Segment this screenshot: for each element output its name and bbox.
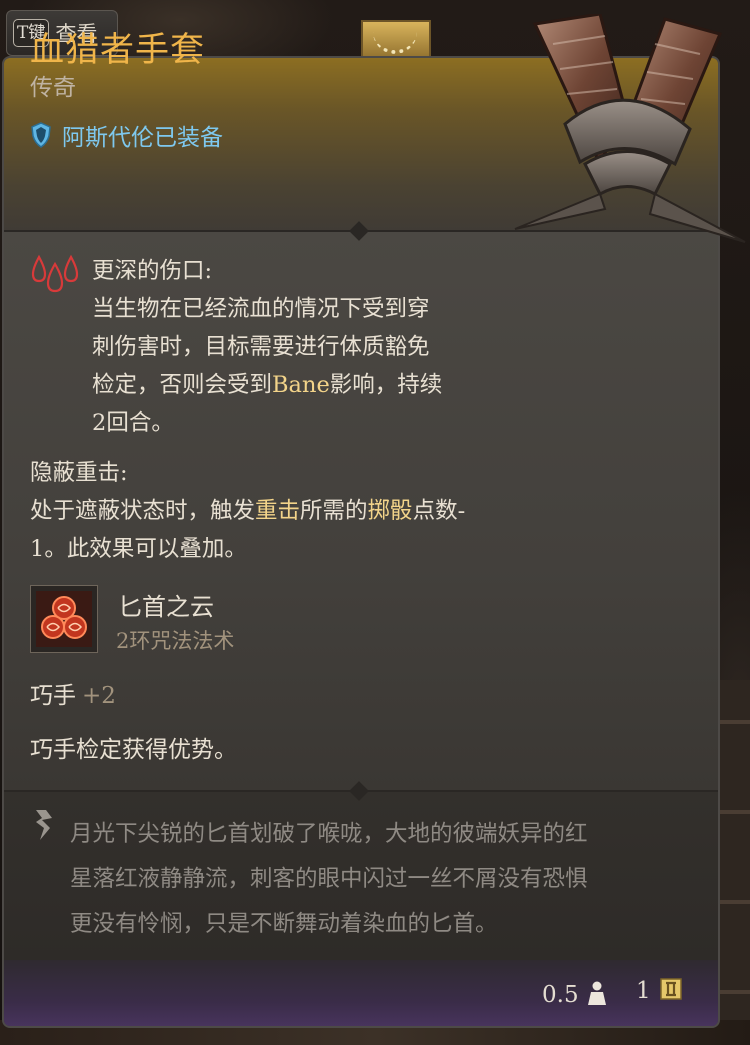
shield-icon (30, 122, 52, 148)
item-rarity: 传奇 (30, 75, 76, 101)
passive-title: 隐蔽重击: (30, 460, 128, 486)
advantage-text: 巧手检定获得优势。 (30, 737, 237, 763)
lore-line: 月光下尖锐的匕首划破了喉咙，大地的彼端妖异的红 (70, 821, 588, 847)
granted-spell[interactable]: 匕首之云 2环咒法法术 (30, 585, 234, 653)
lore-text: 月光下尖锐的匕首划破了喉咙，大地的彼端妖异的红 星落红液静静流，刺客的眼中闪过一… (70, 812, 700, 947)
equipped-label: 阿斯代伦已装备 (62, 125, 223, 151)
critical-hit-link[interactable]: 重击 (255, 498, 300, 524)
desc-line: 处于遮蔽状态时，触发重击所需的掷骰点数- (30, 498, 466, 524)
dice-roll-link[interactable]: 掷骰 (368, 498, 413, 524)
stat-value: +2 (82, 683, 116, 709)
spell-name: 匕首之云 (118, 593, 214, 621)
weight-value: 0.5 (542, 982, 579, 1008)
passive-hidden-strike: 隐蔽重击: 处于遮蔽状态时，触发重击所需的掷骰点数- 1。此效果可以叠加。 (30, 454, 570, 568)
blood-drops-icon (30, 254, 82, 306)
stat-name: 巧手 (30, 683, 76, 709)
desc-line: 2回合。 (92, 410, 174, 436)
tooltip-footer (4, 960, 718, 1026)
equipped-status: 阿斯代伦已装备 (30, 118, 223, 152)
passive-title: 更深的伤口: (92, 258, 213, 284)
item-price: 1 (636, 977, 683, 1005)
bane-link[interactable]: Bane (272, 372, 330, 398)
dagger-cloud-icon (30, 585, 98, 653)
desc-line: 1。此效果可以叠加。 (30, 536, 247, 562)
stat-bonus: 巧手 +2 (30, 676, 116, 710)
lore-divider (4, 781, 718, 801)
price-value: 1 (636, 978, 651, 1004)
coin-icon (659, 977, 683, 1005)
passive-description: 当生物在已经流血的情况下受到穿 刺伤害时，目标需要进行体质豁免 检定，否则会受到… (92, 290, 512, 442)
inventory-frame (716, 680, 750, 1045)
desc-line: 检定，否则会受到Bane影响，持续 (92, 372, 443, 398)
quill-icon (32, 808, 56, 846)
weight-icon (587, 980, 607, 1010)
lore-line: 星落红液静静流，刺客的眼中闪过一丝不屑没有恐惧 (70, 866, 588, 892)
desc-line: 刺伤害时，目标需要进行体质豁免 (92, 334, 430, 360)
spell-level: 2环咒法法术 (116, 629, 235, 653)
item-weight: 0.5 (542, 980, 607, 1010)
gloves-icon (505, 12, 750, 244)
desc-line: 当生物在已经流血的情况下受到穿 (92, 296, 430, 322)
lore-line: 更没有怜悯，只是不断舞动着染血的匕首。 (70, 911, 498, 937)
item-name: 血猎者手套 (30, 30, 205, 70)
